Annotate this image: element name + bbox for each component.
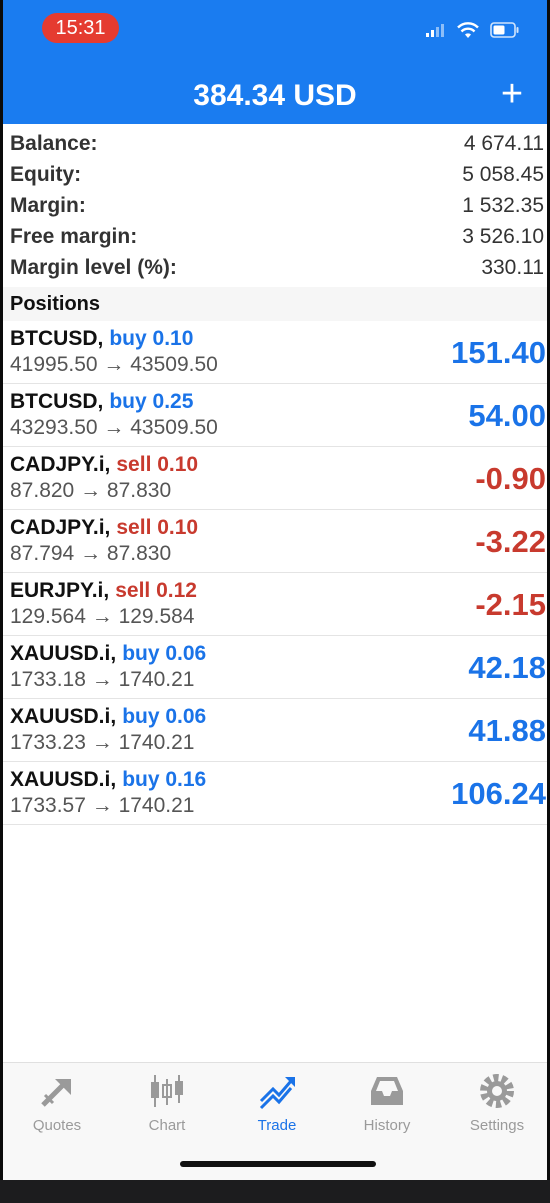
- position-row[interactable]: CADJPY.i, sell 0.10 87.820 → 87.830 -0.90: [0, 447, 550, 510]
- positions-section-header: Positions: [0, 287, 550, 321]
- tab-trade[interactable]: Trade: [222, 1071, 332, 1134]
- position-side: buy 0.06: [122, 642, 207, 665]
- new-order-button[interactable]: +: [492, 74, 532, 114]
- position-profit: 42.18: [468, 650, 546, 685]
- summary-row: Margin: 1 532.35: [0, 190, 550, 221]
- account-profit-title: 384.34 USD: [193, 79, 357, 112]
- tab-history-label: History: [363, 1117, 411, 1134]
- tab-settings-label: Settings: [469, 1117, 525, 1134]
- account-summary: Balance: 4 674.11 Equity: 5 058.45 Margin: 1 …: [0, 128, 550, 283]
- positions-list: BTCUSD, buy 0.10 41995.50 → 43509.50 151.40…: [0, 321, 550, 825]
- summary-row: Balance: 4 674.11: [0, 128, 550, 159]
- position-profit: 106.24: [451, 776, 546, 811]
- position-symbol: CADJPY.i,: [10, 453, 111, 476]
- position-title: BTCUSD, buy 0.10: [10, 327, 193, 351]
- position-side: buy 0.25: [109, 390, 194, 413]
- status-time: 15:31: [42, 13, 119, 43]
- summary-label: Margin level (%):: [10, 255, 177, 279]
- status-icons: [426, 18, 520, 42]
- tab-chart-label: Chart: [148, 1117, 186, 1134]
- position-symbol: XAUUSD.i,: [10, 642, 117, 665]
- position-title: CADJPY.i, sell 0.10: [10, 516, 198, 540]
- position-side: sell 0.12: [115, 579, 197, 602]
- position-symbol: XAUUSD.i,: [10, 768, 117, 791]
- tab-quotes[interactable]: Quotes: [2, 1071, 112, 1134]
- chart-icon: [151, 1075, 183, 1107]
- position-side: sell 0.10: [116, 516, 199, 539]
- left-edge: [0, 0, 3, 1180]
- bottom-bezel: [0, 1180, 550, 1203]
- position-prices: 41995.50 → 43509.50: [10, 353, 218, 376]
- quotes-icon: [41, 1079, 71, 1107]
- settings-icon: [480, 1074, 514, 1108]
- history-icon: [371, 1077, 403, 1105]
- position-title: CADJPY.i, sell 0.10: [10, 453, 198, 477]
- tab-history[interactable]: History: [332, 1071, 442, 1134]
- header-bar: 15:31 384.34 USD +: [0, 0, 550, 124]
- trade-icon: [259, 1077, 295, 1110]
- summary-row: Margin level (%): 330.11: [0, 252, 550, 283]
- position-title: EURJPY.i, sell 0.12: [10, 579, 197, 603]
- summary-label: Free margin:: [10, 224, 138, 248]
- position-profit: -0.90: [475, 461, 546, 496]
- position-title: XAUUSD.i, buy 0.16: [10, 768, 206, 792]
- position-prices: 129.564 → 129.584: [10, 605, 195, 628]
- summary-label: Margin:: [10, 193, 86, 217]
- position-symbol: XAUUSD.i,: [10, 705, 117, 728]
- position-prices: 87.794 → 87.830: [10, 542, 172, 565]
- position-symbol: EURJPY.i,: [10, 579, 110, 602]
- summary-value: 3 526.10: [462, 224, 544, 248]
- position-row[interactable]: CADJPY.i, sell 0.10 87.794 → 87.830 -3.22: [0, 510, 550, 573]
- position-title: BTCUSD, buy 0.25: [10, 390, 193, 414]
- position-title: XAUUSD.i, buy 0.06: [10, 642, 206, 666]
- position-symbol: BTCUSD,: [10, 327, 104, 350]
- position-side: sell 0.10: [116, 453, 199, 476]
- position-profit: -2.15: [475, 587, 546, 622]
- tab-quotes-label: Quotes: [32, 1117, 82, 1134]
- position-row[interactable]: XAUUSD.i, buy 0.06 1733.18 → 1740.21 42.18: [0, 636, 550, 699]
- summary-value: 4 674.11: [463, 131, 544, 155]
- position-prices: 1733.18 → 1740.21: [10, 668, 195, 691]
- position-row[interactable]: XAUUSD.i, buy 0.06 1733.23 → 1740.21 41.88: [0, 699, 550, 762]
- position-prices: 87.820 → 87.830: [10, 479, 172, 502]
- position-profit: -3.22: [475, 524, 546, 559]
- position-side: buy 0.16: [122, 768, 207, 791]
- position-side: buy 0.10: [109, 327, 194, 350]
- wifi-icon: [457, 22, 479, 38]
- position-prices: 1733.23 → 1740.21: [10, 731, 195, 754]
- home-indicator: [180, 1161, 376, 1167]
- position-side: buy 0.06: [122, 705, 207, 728]
- position-row[interactable]: BTCUSD, buy 0.10 41995.50 → 43509.50 151.40: [0, 321, 550, 384]
- position-profit: 54.00: [468, 398, 546, 433]
- summary-label: Equity:: [10, 162, 82, 186]
- position-row[interactable]: EURJPY.i, sell 0.12 129.564 → 129.584 -2.15: [0, 573, 550, 636]
- tab-chart[interactable]: Chart: [112, 1071, 222, 1134]
- position-row[interactable]: BTCUSD, buy 0.25 43293.50 → 43509.50 54.00: [0, 384, 550, 447]
- summary-value: 330.11: [481, 255, 544, 279]
- summary-value: 5 058.45: [462, 162, 544, 186]
- battery-icon: [490, 22, 519, 38]
- position-prices: 1733.57 → 1740.21: [10, 794, 195, 817]
- summary-value: 1 532.35: [462, 193, 544, 217]
- position-prices: 43293.50 → 43509.50: [10, 416, 218, 439]
- summary-row: Equity: 5 058.45: [0, 159, 550, 190]
- position-symbol: BTCUSD,: [10, 390, 104, 413]
- signal-icon: [426, 24, 444, 37]
- position-symbol: CADJPY.i,: [10, 516, 111, 539]
- position-title: XAUUSD.i, buy 0.06: [10, 705, 206, 729]
- app-screen: 15:31 384.34 USD + Balance: 4 674.11 Equit…: [0, 0, 550, 1180]
- tab-trade-label: Trade: [257, 1117, 297, 1134]
- position-profit: 151.40: [451, 335, 546, 370]
- summary-row: Free margin: 3 526.10: [0, 221, 550, 252]
- summary-label: Balance:: [10, 131, 98, 155]
- position-profit: 41.88: [468, 713, 546, 748]
- tab-settings[interactable]: Settings: [442, 1071, 550, 1134]
- position-row[interactable]: XAUUSD.i, buy 0.16 1733.57 → 1740.21 106.24: [0, 762, 550, 825]
